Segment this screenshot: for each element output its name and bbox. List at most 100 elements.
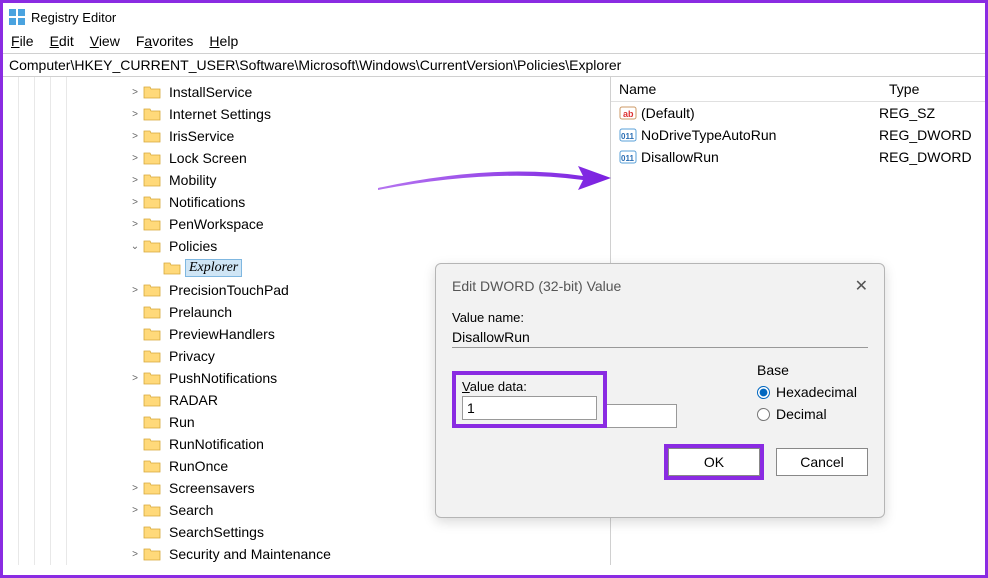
menubar: File Edit View Favorites Help bbox=[3, 31, 985, 53]
folder-icon bbox=[143, 151, 161, 165]
radio-hex-input[interactable] bbox=[757, 386, 770, 399]
tree-item-label[interactable]: Security and Maintenance bbox=[165, 545, 335, 563]
menu-favorites[interactable]: Favorites bbox=[136, 33, 194, 49]
tree-item-label[interactable]: Internet Settings bbox=[165, 105, 275, 123]
values-body[interactable]: ab(Default)REG_SZ011NoDriveTypeAutoRunRE… bbox=[611, 102, 985, 168]
tree-item-label[interactable]: Policies bbox=[165, 237, 221, 255]
annotation-arrow-icon bbox=[373, 158, 613, 198]
folder-icon bbox=[143, 129, 161, 143]
chevron-right-icon: > bbox=[127, 527, 143, 538]
tree-item-label[interactable]: SearchSettings bbox=[165, 523, 268, 541]
col-type[interactable]: Type bbox=[881, 77, 985, 101]
folder-icon bbox=[143, 371, 161, 385]
chevron-right-icon[interactable]: > bbox=[127, 219, 143, 230]
folder-icon bbox=[143, 173, 161, 187]
tree-item-label[interactable]: PrecisionTouchPad bbox=[165, 281, 293, 299]
tree-item-label[interactable]: Screensavers bbox=[165, 479, 259, 497]
folder-icon bbox=[143, 85, 161, 99]
tree-item-label[interactable]: RunNotification bbox=[165, 435, 268, 453]
value-name: DisallowRun bbox=[641, 149, 879, 165]
folder-icon bbox=[143, 283, 161, 297]
tree-item-label[interactable]: PenWorkspace bbox=[165, 215, 268, 233]
value-name: (Default) bbox=[641, 105, 879, 121]
tree-item-label[interactable]: RunOnce bbox=[165, 457, 232, 475]
chevron-right-icon: > bbox=[127, 439, 143, 450]
menu-edit[interactable]: Edit bbox=[50, 33, 74, 49]
tree-item-label[interactable]: PushNotifications bbox=[165, 369, 281, 387]
folder-icon bbox=[143, 349, 161, 363]
chevron-right-icon[interactable]: > bbox=[127, 285, 143, 296]
ok-button[interactable]: OK bbox=[668, 448, 760, 476]
tree-item[interactable]: > IrisService bbox=[67, 125, 610, 147]
folder-icon bbox=[143, 503, 161, 517]
tree-item-label[interactable]: Prelaunch bbox=[165, 303, 236, 321]
value-row[interactable]: ab(Default)REG_SZ bbox=[611, 102, 985, 124]
titlebar: Registry Editor bbox=[3, 3, 985, 31]
col-name[interactable]: Name bbox=[611, 77, 881, 101]
value-type: REG_DWORD bbox=[879, 127, 972, 143]
value-row[interactable]: 011DisallowRunREG_DWORD bbox=[611, 146, 985, 168]
chevron-right-icon[interactable]: > bbox=[127, 373, 143, 384]
radio-hexadecimal[interactable]: Hexadecimal bbox=[757, 384, 857, 400]
value-data-input-ext[interactable] bbox=[607, 404, 677, 428]
address-bar[interactable]: Computer\HKEY_CURRENT_USER\Software\Micr… bbox=[3, 53, 985, 77]
tree-item-label[interactable]: InstallService bbox=[165, 83, 256, 101]
value-data-input[interactable] bbox=[462, 396, 597, 420]
chevron-right-icon[interactable]: > bbox=[127, 87, 143, 98]
value-name-input[interactable] bbox=[452, 327, 868, 348]
chevron-right-icon[interactable]: > bbox=[127, 175, 143, 186]
tree-item-label[interactable]: Search bbox=[165, 501, 217, 519]
tree-item-label[interactable]: Explorer bbox=[185, 259, 242, 277]
tree-item-label[interactable]: IrisService bbox=[165, 127, 238, 145]
tree-item[interactable]: ⌄ Policies bbox=[67, 235, 610, 257]
chevron-right-icon[interactable]: > bbox=[127, 483, 143, 494]
folder-icon bbox=[143, 239, 161, 253]
folder-icon bbox=[163, 261, 181, 275]
svg-text:011: 011 bbox=[621, 132, 634, 141]
base-label: Base bbox=[757, 362, 857, 378]
tree-item-label[interactable]: Notifications bbox=[165, 193, 249, 211]
chevron-right-icon: > bbox=[127, 351, 143, 362]
tree-item-label[interactable]: Mobility bbox=[165, 171, 220, 189]
menu-help[interactable]: Help bbox=[209, 33, 238, 49]
tree-item[interactable]: > PenWorkspace bbox=[67, 213, 610, 235]
tree-item[interactable]: > Security and Maintenance bbox=[67, 543, 610, 565]
folder-icon bbox=[143, 195, 161, 209]
radio-decimal[interactable]: Decimal bbox=[757, 406, 857, 422]
tree-item[interactable]: > Internet Settings bbox=[67, 103, 610, 125]
chevron-right-icon: > bbox=[127, 395, 143, 406]
tree-item[interactable]: > InstallService bbox=[67, 81, 610, 103]
values-header[interactable]: Name Type bbox=[611, 77, 985, 102]
chevron-down-icon[interactable]: ⌄ bbox=[127, 241, 143, 252]
value-row[interactable]: 011NoDriveTypeAutoRunREG_DWORD bbox=[611, 124, 985, 146]
menu-file[interactable]: File bbox=[11, 33, 34, 49]
folder-icon bbox=[143, 393, 161, 407]
value-type: REG_SZ bbox=[879, 105, 935, 121]
svg-text:011: 011 bbox=[621, 154, 634, 163]
value-data-highlight: Value data: bbox=[452, 371, 607, 428]
value-name-label: Value name: bbox=[452, 310, 868, 325]
chevron-right-icon[interactable]: > bbox=[127, 549, 143, 560]
folder-icon bbox=[143, 107, 161, 121]
menu-view[interactable]: View bbox=[90, 33, 120, 49]
string-value-icon: ab bbox=[619, 105, 637, 121]
chevron-right-icon[interactable]: > bbox=[127, 505, 143, 516]
cancel-button[interactable]: Cancel bbox=[776, 448, 868, 476]
chevron-right-icon: > bbox=[127, 329, 143, 340]
folder-icon bbox=[143, 459, 161, 473]
close-icon[interactable]: ✕ bbox=[855, 276, 868, 296]
tree-item-label[interactable]: Run bbox=[165, 413, 199, 431]
chevron-right-icon[interactable]: > bbox=[127, 131, 143, 142]
radio-dec-input[interactable] bbox=[757, 408, 770, 421]
tree-item-label[interactable]: Privacy bbox=[165, 347, 219, 365]
chevron-right-icon[interactable]: > bbox=[127, 197, 143, 208]
edit-dword-dialog: Edit DWORD (32-bit) Value ✕ Value name: … bbox=[435, 263, 885, 518]
tree-item-label[interactable]: Lock Screen bbox=[165, 149, 251, 167]
tree-item[interactable]: > SearchSettings bbox=[67, 521, 610, 543]
tree-item-label[interactable]: RADAR bbox=[165, 391, 222, 409]
tree-item-label[interactable]: PreviewHandlers bbox=[165, 325, 279, 343]
chevron-right-icon[interactable]: > bbox=[127, 109, 143, 120]
value-data-label: Value data: bbox=[462, 379, 597, 394]
chevron-right-icon[interactable]: > bbox=[127, 153, 143, 164]
chevron-right-icon: > bbox=[127, 417, 143, 428]
